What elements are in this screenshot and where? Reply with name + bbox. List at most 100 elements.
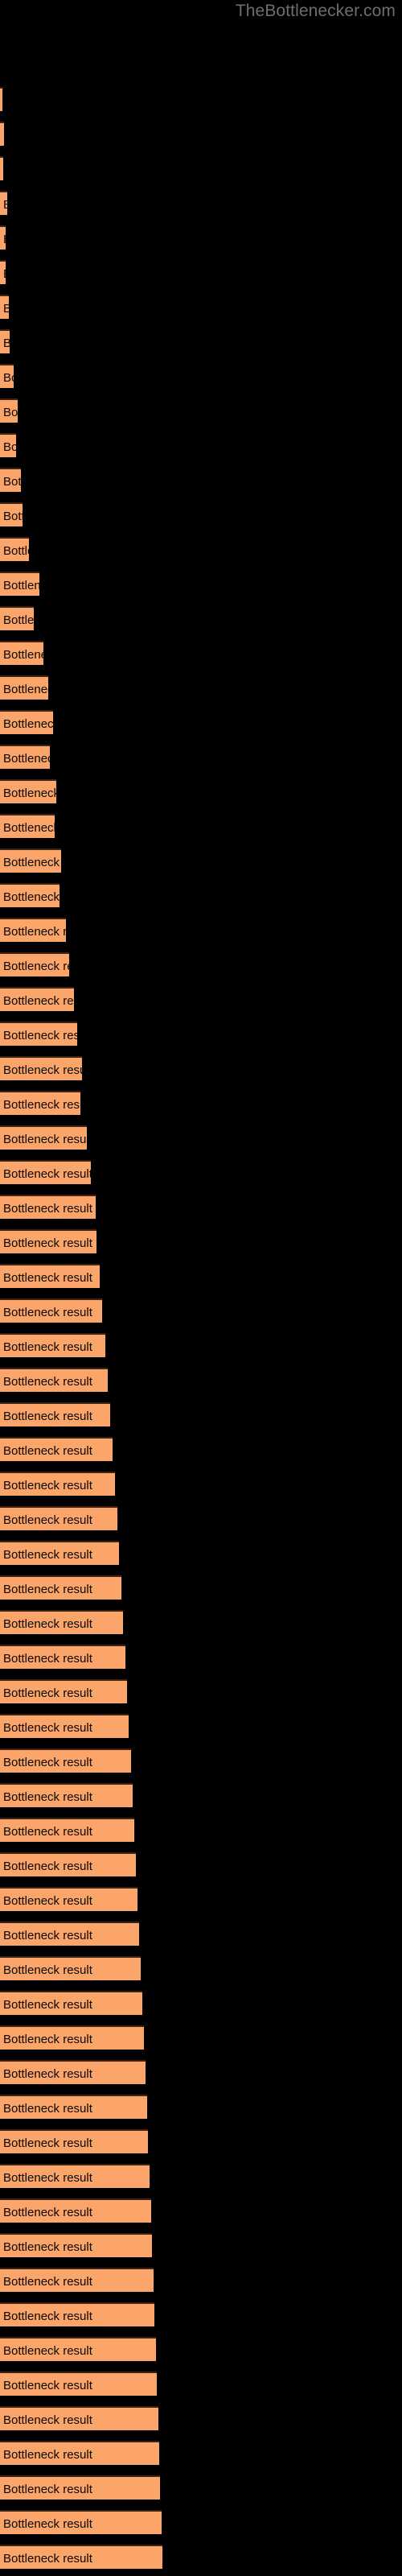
- bar[interactable]: Bottleneck result: [0, 2164, 150, 2188]
- bar[interactable]: Bottleneck result: [0, 1160, 91, 1184]
- bar[interactable]: Bottleneck result: [0, 1610, 123, 1634]
- bar[interactable]: Bottleneck result: [0, 2025, 144, 2050]
- bar[interactable]: Bottleneck result: [0, 2129, 148, 2153]
- bar[interactable]: Bottleneck result: [0, 2475, 160, 2500]
- bar[interactable]: Bottleneck result: [0, 156, 3, 180]
- bar[interactable]: Bottleneck result: [0, 2233, 152, 2257]
- bar[interactable]: Bottleneck result: [0, 225, 6, 250]
- bar-clip: Bottleneck result: [0, 433, 16, 457]
- bar[interactable]: Bottleneck result: [0, 468, 21, 492]
- bar-clip: Bottleneck result: [0, 1437, 113, 1461]
- bar[interactable]: Bottleneck result: [0, 572, 39, 596]
- bar[interactable]: Bottleneck result: [0, 1056, 82, 1080]
- bar-label: Bottleneck result: [3, 1202, 92, 1216]
- bar-label: Bottleneck result: [3, 683, 48, 696]
- bar[interactable]: Bottleneck result: [0, 1022, 77, 1046]
- bar-clip: Bottleneck result: [0, 1991, 142, 2015]
- bar-label: Bottleneck result: [3, 579, 39, 592]
- bar-clip: Bottleneck result: [0, 260, 6, 284]
- bar[interactable]: Bottleneck result: [0, 1783, 133, 1807]
- bar[interactable]: Bottleneck result: [0, 502, 23, 526]
- bar[interactable]: Bottleneck result: [0, 2545, 162, 2569]
- bar[interactable]: Bottleneck result: [0, 1922, 139, 1946]
- bar-label: Bottleneck result: [3, 123, 4, 146]
- bar[interactable]: Bottleneck result: [0, 1125, 87, 1150]
- bar-clip: Bottleneck result: [0, 1748, 131, 1773]
- bar[interactable]: Bottleneck result: [0, 1091, 80, 1115]
- bar[interactable]: Bottleneck result: [0, 2337, 156, 2361]
- bar-clip: Bottleneck result: [0, 502, 23, 526]
- bar-label: Bottleneck result: [3, 262, 6, 284]
- bar[interactable]: Bottleneck result: [0, 1748, 131, 1773]
- bar[interactable]: Bottleneck result: [0, 260, 6, 284]
- bar[interactable]: Bottleneck result: [0, 779, 56, 803]
- bar[interactable]: Bottleneck result: [0, 883, 59, 907]
- bar[interactable]: Bottleneck result: [0, 675, 48, 700]
- bar[interactable]: Bottleneck result: [0, 1298, 102, 1323]
- bar[interactable]: Bottleneck result: [0, 191, 7, 215]
- bar-clip: Bottleneck result: [0, 1852, 136, 1876]
- bar[interactable]: Bottleneck result: [0, 2060, 146, 2084]
- bar[interactable]: Bottleneck result: [0, 1472, 115, 1496]
- bar[interactable]: Bottleneck result: [0, 295, 9, 319]
- bar[interactable]: Bottleneck result: [0, 1368, 108, 1392]
- bar[interactable]: Bottleneck result: [0, 1991, 142, 2015]
- bar[interactable]: Bottleneck result: [0, 1333, 105, 1357]
- bar[interactable]: Bottleneck result: [0, 1714, 129, 1738]
- bar[interactable]: Bottleneck result: [0, 1887, 137, 1911]
- bar-label: Bottleneck result: [3, 1410, 92, 1423]
- bar-label: Bottleneck result: [3, 2102, 92, 2116]
- bar[interactable]: Bottleneck result: [0, 606, 34, 630]
- bar-clip: Bottleneck result: [0, 1195, 96, 1219]
- bar[interactable]: Bottleneck result: [0, 1575, 121, 1600]
- bar-clip: Bottleneck result: [0, 848, 61, 873]
- bar[interactable]: Bottleneck result: [0, 2510, 162, 2534]
- bar[interactable]: Bottleneck result: [0, 814, 55, 838]
- bar[interactable]: Bottleneck result: [0, 1229, 96, 1253]
- bar[interactable]: Bottleneck result: [0, 1437, 113, 1461]
- bar-label: Bottleneck result: [3, 1998, 92, 2012]
- bar[interactable]: Bottleneck result: [0, 2372, 157, 2396]
- bar[interactable]: Bottleneck result: [0, 1679, 127, 1703]
- bar-label: Bottleneck result: [3, 302, 9, 316]
- bar[interactable]: Bottleneck result: [0, 2268, 154, 2292]
- bar[interactable]: Bottleneck result: [0, 1402, 110, 1426]
- bar[interactable]: Bottleneck result: [0, 2302, 154, 2326]
- bar[interactable]: Bottleneck result: [0, 848, 61, 873]
- bar-clip: Bottleneck result: [0, 2441, 159, 2465]
- bar[interactable]: Bottleneck result: [0, 1506, 117, 1530]
- bar-clip: Bottleneck result: [0, 1818, 134, 1842]
- bar[interactable]: Bottleneck result: [0, 1956, 141, 1980]
- bar[interactable]: Bottleneck result: [0, 710, 53, 734]
- bar[interactable]: Bottleneck result: [0, 537, 29, 561]
- bar-label: Bottleneck result: [3, 1306, 92, 1319]
- bar[interactable]: Bottleneck result: [0, 1852, 136, 1876]
- bar[interactable]: Bottleneck result: [0, 987, 74, 1011]
- bar[interactable]: Bottleneck result: [0, 398, 18, 423]
- bar-label: Bottleneck result: [3, 994, 74, 1008]
- bar[interactable]: Bottleneck result: [0, 87, 2, 111]
- bar[interactable]: Bottleneck result: [0, 2198, 151, 2223]
- bar[interactable]: Bottleneck result: [0, 2406, 158, 2430]
- bar[interactable]: Bottleneck result: [0, 122, 4, 146]
- bar[interactable]: Bottleneck result: [0, 1195, 96, 1219]
- bar-label: Bottleneck result: [3, 1548, 92, 1562]
- bar[interactable]: Bottleneck result: [0, 364, 14, 388]
- bar[interactable]: Bottleneck result: [0, 1264, 100, 1288]
- bar[interactable]: Bottleneck result: [0, 641, 43, 665]
- bar[interactable]: Bottleneck result: [0, 433, 16, 457]
- bar[interactable]: Bottleneck result: [0, 745, 50, 769]
- bar[interactable]: Bottleneck result: [0, 1818, 134, 1842]
- bar-label: Bottleneck result: [3, 1133, 87, 1146]
- bar[interactable]: Bottleneck result: [0, 1645, 125, 1669]
- bar-label: Bottleneck result: [3, 1375, 92, 1389]
- bar[interactable]: Bottleneck result: [0, 952, 69, 976]
- bar[interactable]: Bottleneck result: [0, 329, 10, 353]
- bar[interactable]: Bottleneck result: [0, 918, 66, 942]
- bar[interactable]: Bottleneck result: [0, 2441, 159, 2465]
- bar[interactable]: Bottleneck result: [0, 2095, 147, 2119]
- bar-label: Bottleneck result: [3, 2413, 92, 2427]
- bar-clip: Bottleneck result: [0, 295, 9, 319]
- bar-clip: Bottleneck result: [0, 1679, 127, 1703]
- bar[interactable]: Bottleneck result: [0, 1541, 119, 1565]
